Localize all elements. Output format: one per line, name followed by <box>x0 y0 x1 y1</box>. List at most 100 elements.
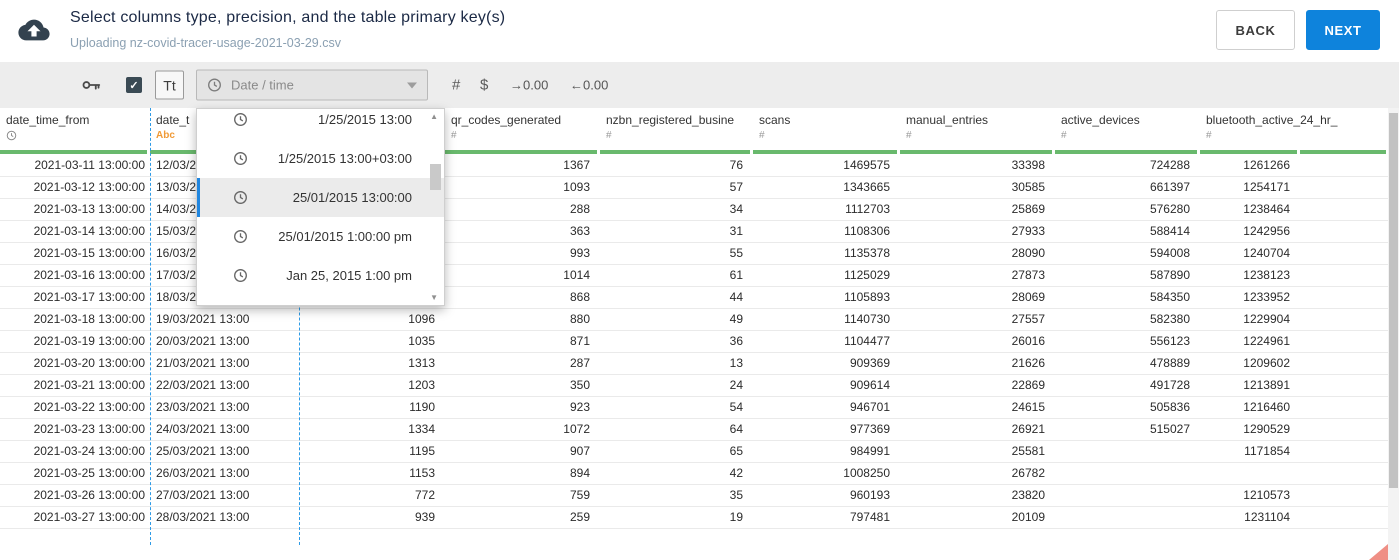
table-row: 2021-03-19 13:00:00 20/03/2021 13:00 1035 8… <box>0 331 1399 353</box>
cell: 909369 <box>849 356 890 370</box>
number-type-indicator: # <box>906 130 912 141</box>
cell: 1096 <box>408 312 435 326</box>
cell: 1261266 <box>1243 158 1290 172</box>
date-format-option[interactable]: Jan 25, 2015 1:00 pm <box>197 256 444 295</box>
cell: 24615 <box>1011 400 1045 414</box>
column-type-select[interactable]: Date / time <box>196 69 428 101</box>
include-column-checkbox[interactable]: ✓ <box>126 77 142 93</box>
cell: 61 <box>729 268 743 282</box>
quality-bar-segment <box>445 150 597 154</box>
cell <box>1200 463 1300 484</box>
cell: 1343665 <box>843 180 890 194</box>
cell: 1203 <box>408 378 435 392</box>
cell: 1367 <box>563 158 590 172</box>
column-header-nzbn_registered_busine[interactable]: nzbn_registered_busine # <box>600 108 753 150</box>
next-button[interactable]: NEXT <box>1306 10 1380 50</box>
scroll-indicator-triangle <box>1369 544 1388 560</box>
cell: 20109 <box>1011 510 1045 524</box>
column-name: bluetooth_active_24_hr_ <box>1206 113 1338 127</box>
scroll-down-icon[interactable]: ▼ <box>430 293 438 302</box>
cell: 1254171 <box>1243 180 1290 194</box>
cell: 27933 <box>1011 224 1045 238</box>
cell: 1242956 <box>1243 224 1290 238</box>
cell: 30585 <box>1011 180 1045 194</box>
cell: 22/03/2021 13:00 <box>156 378 250 392</box>
cell: 868 <box>569 290 590 304</box>
clock-icon <box>233 268 248 283</box>
cell: 1290529 <box>1243 422 1290 436</box>
column-header-scans[interactable]: scans # <box>753 108 900 150</box>
cell <box>1055 463 1200 484</box>
column-header-active_devices[interactable]: active_devices # <box>1055 108 1200 150</box>
cell: 1209602 <box>1243 356 1290 370</box>
cell: 20/03/2021 13:00 <box>156 334 250 348</box>
cell: 2021-03-13 13:00:00 <box>33 202 145 216</box>
cell: 1093 <box>563 180 590 194</box>
date-format-option[interactable]: 25/01/2015 1:00:00 pm <box>197 217 444 256</box>
table-row: 2021-03-25 13:00:00 26/03/2021 13:00 1153 8… <box>0 463 1399 485</box>
number-type-indicator: # <box>606 130 612 141</box>
number-type-button[interactable]: # <box>452 77 460 94</box>
cell <box>1055 441 1200 462</box>
cell: 2021-03-12 13:00:00 <box>33 180 145 194</box>
cell: 1240704 <box>1243 246 1290 260</box>
selected-column-left-border <box>150 108 151 545</box>
column-header-manual_entries[interactable]: manual_entries # <box>900 108 1055 150</box>
column-header-bluetooth_active_24_hr_[interactable]: bluetooth_active_24_hr_ # <box>1200 108 1338 150</box>
cell: 505836 <box>1149 400 1190 414</box>
quality-bar-segment <box>600 150 750 154</box>
column-name: qr_codes_generated <box>451 113 562 127</box>
date-format-option[interactable]: 1/25/2015 13:00+03:00 <box>197 139 444 178</box>
cell: 1108306 <box>844 224 890 238</box>
primary-key-icon[interactable] <box>80 74 102 96</box>
checkmark-icon: ✓ <box>129 79 139 92</box>
increase-precision-button[interactable]: →0.00 <box>510 78 548 93</box>
option-label: 25/01/2015 13:00:00 <box>292 190 412 205</box>
cell: 587890 <box>1149 268 1190 282</box>
cell: 49 <box>729 312 743 326</box>
cell: 1171854 <box>1244 444 1290 458</box>
chevron-down-icon <box>407 82 417 88</box>
cell: 1210573 <box>1243 488 1290 502</box>
cell: 1233952 <box>1243 290 1290 304</box>
cell: 993 <box>569 246 590 260</box>
cell: 478889 <box>1149 356 1190 370</box>
cell: 2021-03-17 13:00:00 <box>33 290 145 304</box>
cell: 64 <box>729 422 743 436</box>
cell: 2021-03-25 13:00:00 <box>33 466 145 480</box>
cell: 21626 <box>1011 356 1045 370</box>
cell: 55 <box>729 246 743 260</box>
column-header-date_time_from[interactable]: date_time_from <box>0 108 150 150</box>
cell: 1224961 <box>1243 334 1290 348</box>
option-label: 25/01/2015 1:00:00 pm <box>278 229 412 244</box>
date-format-option[interactable]: 25/01/2015 13:00:00 <box>197 178 444 217</box>
dropdown-scrollbar-thumb[interactable] <box>430 164 441 190</box>
cell: 76 <box>729 158 743 172</box>
cell: 797481 <box>849 510 890 524</box>
cell: 582380 <box>1149 312 1190 326</box>
cell: 515027 <box>1149 422 1190 436</box>
vertical-scrollbar[interactable] <box>1388 108 1399 560</box>
text-type-button[interactable]: Tt <box>155 70 184 100</box>
clock-icon <box>233 151 248 166</box>
cell: 1014 <box>563 268 590 282</box>
table-row: 2021-03-20 13:00:00 21/03/2021 13:00 1313 2… <box>0 353 1399 375</box>
scroll-up-icon[interactable]: ▲ <box>430 112 438 121</box>
date-format-option[interactable]: 1/25/2015 13:00 <box>197 109 444 139</box>
column-name: scans <box>759 113 791 127</box>
decrease-precision-button[interactable]: ←0.00 <box>570 78 608 93</box>
cell: 2021-03-14 13:00:00 <box>33 224 145 238</box>
cell: 2021-03-19 13:00:00 <box>33 334 145 348</box>
scrollbar-thumb[interactable] <box>1389 113 1398 488</box>
back-button[interactable]: BACK <box>1216 10 1295 50</box>
cell: 923 <box>569 400 590 414</box>
cell: 2021-03-22 13:00:00 <box>33 400 145 414</box>
cell: 1238123 <box>1243 268 1290 282</box>
cell: 28069 <box>1011 290 1045 304</box>
column-header-qr_codes_generated[interactable]: qr_codes_generated # <box>445 108 600 150</box>
cell: 1135378 <box>844 246 890 260</box>
cell: 57 <box>729 180 743 194</box>
cell: 22869 <box>1011 378 1045 392</box>
currency-type-button[interactable]: $ <box>480 77 488 94</box>
cell: 1313 <box>408 356 435 370</box>
